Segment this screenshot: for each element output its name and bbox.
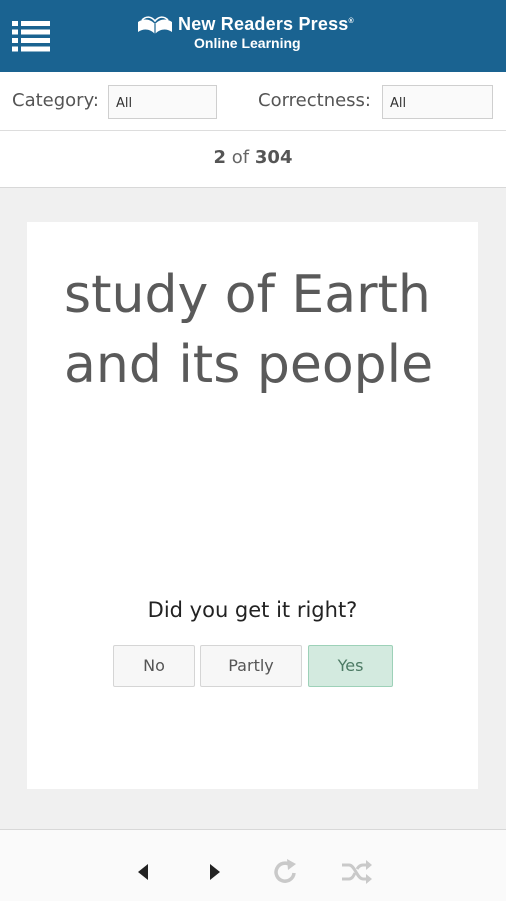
counter-of-text: of: [231, 147, 250, 168]
flashcard-term: study of Earth and its people: [64, 265, 434, 395]
previous-card-button[interactable]: [126, 854, 162, 890]
open-book-logo-icon: [138, 16, 172, 34]
answer-partly-button[interactable]: Partly: [200, 645, 302, 687]
brand-subtitle: Online Learning: [194, 35, 301, 51]
previous-icon: [138, 864, 148, 880]
category-label: Category:: [12, 90, 99, 111]
answer-no-button[interactable]: No: [113, 645, 195, 687]
shuffle-button[interactable]: [338, 854, 374, 890]
next-card-button[interactable]: [196, 854, 232, 890]
menu-icon: [12, 21, 50, 52]
category-select[interactable]: All: [108, 85, 217, 119]
answer-yes-button[interactable]: Yes: [308, 645, 393, 687]
redo-icon: [274, 859, 296, 883]
correctness-select[interactable]: All: [382, 85, 493, 119]
bottom-navigation: [0, 829, 506, 901]
correctness-label: Correctness:: [258, 90, 372, 111]
brand-logo: New Readers Press® Online Learning: [136, 12, 376, 58]
flashcard[interactable]: study of Earth and its people Did you ge…: [27, 222, 478, 789]
redo-button[interactable]: [268, 854, 304, 890]
card-counter: 2 of 304: [0, 131, 506, 188]
self-check-question: Did you get it right?: [147, 598, 358, 622]
shuffle-icon: [342, 860, 372, 884]
filter-bar: Category: All Correctness: All: [0, 72, 506, 131]
current-card-number: 2: [213, 147, 227, 168]
app-header: New Readers Press® Online Learning: [0, 0, 506, 72]
menu-button[interactable]: [12, 20, 52, 52]
next-icon: [210, 864, 220, 880]
total-card-count: 304: [254, 147, 293, 168]
brand-name: New Readers Press®: [178, 14, 354, 34]
